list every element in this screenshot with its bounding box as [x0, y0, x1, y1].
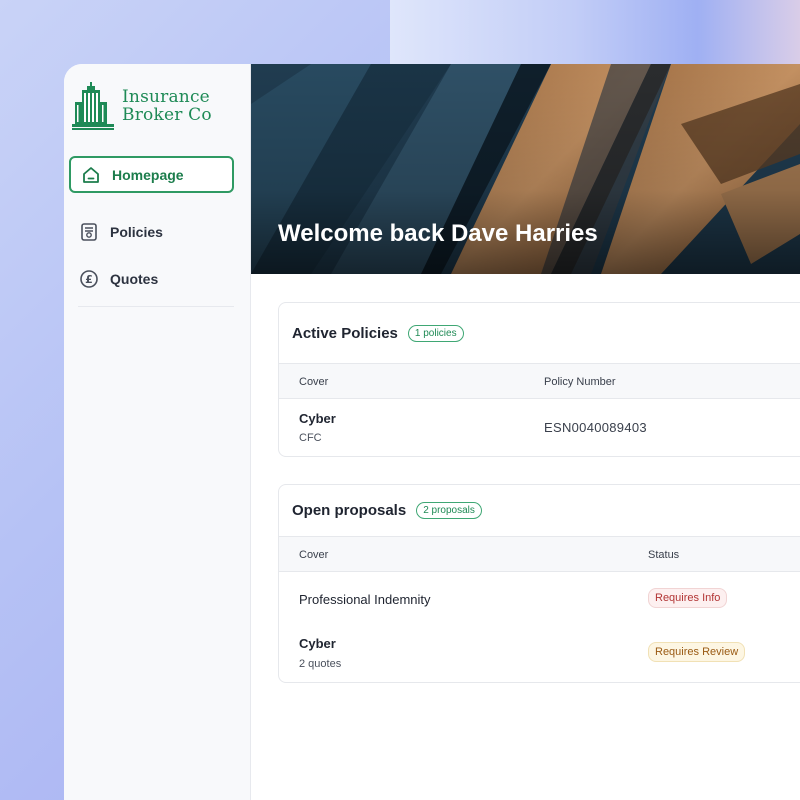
open-proposals-title: Open proposals: [292, 502, 407, 519]
table-row[interactable]: Cyber CFC ESN0040089403: [279, 399, 800, 455]
sidebar-item-label: Quotes: [110, 270, 159, 287]
proposal-cover: Professional Indemnity: [299, 592, 431, 607]
table-header: Cover Policy Number: [279, 363, 800, 399]
sidebar-item-label: Policies: [110, 223, 163, 240]
sidebar: Insurance Broker Co Homepage Policies £: [64, 64, 251, 800]
hero-banner: Welcome back Dave Harries: [251, 64, 800, 274]
status-badge: Requires Info: [648, 588, 728, 608]
nav-divider: [78, 306, 234, 307]
background-glow: [390, 0, 800, 64]
brand-name: Insurance Broker Co: [122, 88, 212, 124]
policies-count-badge: 1 policies: [407, 324, 464, 342]
svg-text:£: £: [85, 273, 93, 286]
active-policies-card: Active Policies 1 policies Cover Policy …: [278, 302, 800, 457]
home-icon: [81, 165, 101, 185]
brand-line-2: Broker Co: [122, 105, 212, 125]
policy-number: ESN0040089403: [544, 420, 647, 435]
column-header-cover: Cover: [299, 549, 329, 561]
sidebar-item-label: Homepage: [112, 166, 184, 183]
main-content: Welcome back Dave Harries Active Policie…: [251, 64, 800, 800]
proposal-cover: Cyber: [299, 636, 336, 651]
open-proposals-header: Open proposals 2 proposals: [279, 485, 800, 536]
column-header-policy-number: Policy Number: [544, 376, 616, 388]
table-header: Cover Status: [279, 536, 800, 572]
building-icon: [72, 82, 114, 130]
app-window: Insurance Broker Co Homepage Policies £: [64, 64, 800, 800]
sidebar-item-quotes[interactable]: £ Quotes: [69, 260, 234, 297]
pound-icon: £: [79, 269, 99, 289]
open-proposals-card: Open proposals 2 proposals Cover Status …: [278, 484, 800, 683]
table-row[interactable]: Cyber 2 quotes Requires Review: [279, 626, 800, 682]
policy-provider: CFC: [299, 432, 322, 444]
certificate-icon: [79, 222, 99, 242]
active-policies-title: Active Policies: [292, 324, 398, 342]
proposal-quotes-count: 2 quotes: [299, 658, 342, 670]
sidebar-item-homepage[interactable]: Homepage: [69, 156, 234, 193]
column-header-cover: Cover: [299, 376, 329, 388]
proposals-count-badge: 2 proposals: [416, 502, 482, 519]
welcome-heading: Welcome back Dave Harries: [278, 220, 598, 247]
brand-logo[interactable]: Insurance Broker Co: [70, 80, 212, 132]
policy-cover: Cyber: [299, 411, 336, 426]
column-header-status: Status: [648, 549, 680, 561]
active-policies-header: Active Policies 1 policies: [279, 303, 800, 363]
table-row[interactable]: Professional Indemnity Requires Info: [279, 572, 800, 626]
sidebar-nav: Homepage Policies £ Quotes: [69, 156, 234, 297]
sidebar-item-policies[interactable]: Policies: [69, 213, 234, 250]
status-badge: Requires Review: [648, 642, 746, 662]
brand-line-1: Insurance: [122, 87, 210, 107]
